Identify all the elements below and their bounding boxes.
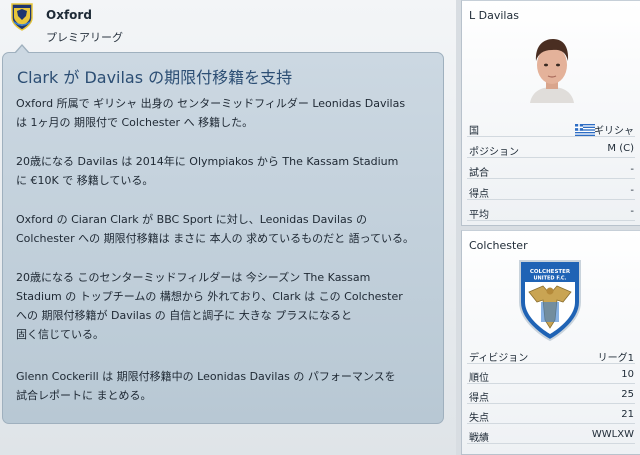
stat-row-form: 戦績 WWLXW (467, 427, 635, 444)
bubble-tail-fill (15, 46, 29, 54)
stat-row-goals-for: 得点 25 (467, 387, 635, 404)
loan-club-panel: Colchester COLCHESTER UNITED F.C. ディビジョン… (461, 230, 640, 455)
news-paragraph: Glenn Cockerill は 期限付移籍中の Leonidas Davil… (16, 367, 434, 405)
text-line: は 1ヶ月の 期限付で Colchester へ 移籍した。 (16, 116, 254, 129)
stat-value: - (630, 164, 634, 175)
news-paragraph: 20歳になる Davilas は 2014年に Olympiakos から Th… (16, 152, 434, 190)
text-line: 試合レポートに まとめる。 (16, 389, 152, 402)
player-name-link[interactable]: L Davilas (469, 9, 519, 22)
news-view: Oxford プレミアリーグ Clark が Davilas の期限付移籍を支持… (0, 0, 456, 455)
stat-row-goals-against: 失点 21 (467, 407, 635, 424)
news-item: Clark が Davilas の期限付移籍を支持 Oxford 所属で ギリシ… (2, 52, 444, 424)
stat-label: 平均 (469, 210, 489, 221)
stat-label: 得点 (469, 393, 489, 404)
news-headline: Clark が Davilas の期限付移籍を支持 (17, 68, 293, 87)
news-paragraph: 20歳になる このセンターミッドフィルダーは 今シーズン The Kassam … (16, 268, 434, 344)
text-line: Stadium の トップチームの 構想から 外れており、Clark は この … (16, 290, 403, 303)
text-line: Oxford 所属で ギリシャ 出身の センターミッドフィルダー Leonida… (16, 97, 406, 110)
club-name-link[interactable]: Oxford (46, 8, 92, 22)
stat-label: 試合 (469, 168, 489, 179)
greece-flag-icon (575, 124, 595, 136)
text-line: に €10K で 移籍している。 (16, 174, 154, 187)
colchester-badge-icon[interactable]: COLCHESTER UNITED F.C. (517, 258, 583, 342)
news-paragraph: Oxford 所属で ギリシャ 出身の センターミッドフィルダー Leonida… (16, 94, 434, 132)
stat-row-nationality: 国 ギリシャ (467, 120, 635, 137)
stat-row-position: ポジション M (C) (467, 141, 635, 158)
text-line: への 期限付移籍が Davilas の 自信と調子に 大きな プラスになると (16, 309, 353, 322)
text-line: Glenn Cockerill は 期限付移籍中の Leonidas Davil… (16, 370, 396, 383)
club-header: Oxford プレミアリーグ (0, 0, 456, 48)
stat-label: 失点 (469, 413, 489, 424)
club-league-link[interactable]: プレミアリーグ (46, 29, 123, 45)
stat-row-position: 順位 10 (467, 367, 635, 384)
stat-label: 国 (469, 126, 479, 137)
stat-value: 10 (621, 369, 634, 380)
nationality-link[interactable]: ギリシャ (594, 122, 634, 137)
text-line: 固く信じている。 (16, 328, 104, 341)
stat-label: 戦績 (469, 433, 489, 444)
badge-text-line: UNITED F.C. (534, 276, 567, 282)
stat-value: 21 (621, 409, 634, 420)
text-line: 20歳になる このセンターミッドフィルダーは 今シーズン The Kassam (16, 271, 371, 284)
stat-value: M (C) (607, 143, 634, 154)
division-link[interactable]: リーグ1 (598, 349, 634, 364)
stat-label: 得点 (469, 189, 489, 200)
stat-row-division: ディビジョン リーグ1 (467, 347, 635, 364)
stat-label: ポジション (469, 147, 519, 158)
stat-value: - (630, 206, 634, 217)
stat-value: 25 (621, 389, 634, 400)
news-paragraph: Oxford の Ciaran Clark が BBC Sport に対し、Le… (16, 210, 434, 248)
text-line: Colchester への 期限付移籍は まさに 本人の 求めているものだと 語… (16, 232, 415, 245)
stat-label: ディビジョン (469, 353, 529, 364)
stat-value: - (630, 185, 634, 196)
text-line: Oxford の Ciaran Clark が BBC Sport に対し、Le… (16, 213, 367, 226)
loan-club-name-link[interactable]: Colchester (469, 239, 528, 252)
text-line: 20歳になる Davilas は 2014年に Olympiakos から Th… (16, 155, 399, 168)
player-panel: L Davilas 国 ギリシャ ポジション M (C) 試合 - 得点 - 平… (461, 0, 640, 226)
badge-text-line: COLCHESTER (530, 269, 571, 275)
player-portrait-icon[interactable] (522, 33, 582, 103)
stat-row-goals: 得点 - (467, 183, 635, 200)
stat-row-apps: 試合 - (467, 162, 635, 179)
stat-value: WWLXW (591, 429, 634, 440)
oxford-crest-icon[interactable] (10, 2, 34, 32)
stat-label: 順位 (469, 373, 489, 384)
stat-row-average: 平均 - (467, 204, 635, 221)
